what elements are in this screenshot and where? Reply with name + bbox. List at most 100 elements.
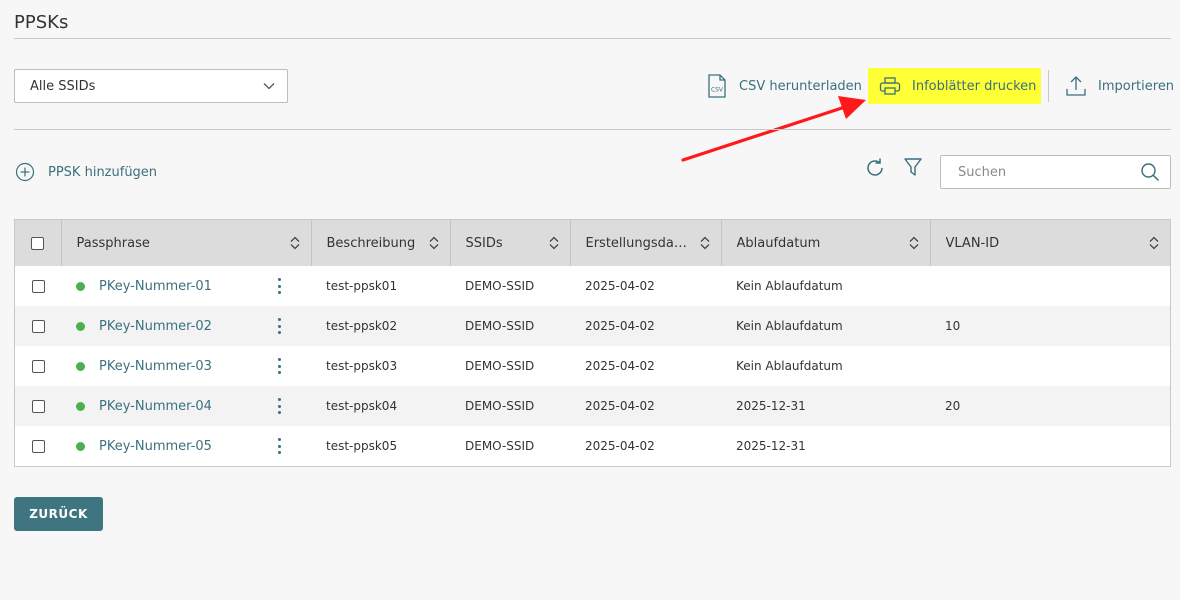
status-dot-icon	[76, 281, 85, 291]
description-cell: test-ppsk03	[326, 359, 398, 373]
kebab-menu-icon[interactable]	[274, 397, 284, 415]
refresh-button[interactable]	[863, 156, 887, 180]
passphrase-link[interactable]: PKey-Nummer-02	[76, 319, 212, 334]
passphrase-text: PKey-Nummer-03	[99, 358, 212, 374]
created-cell: 2025-04-02	[585, 319, 655, 333]
ppsk-table: Passphrase Beschreibung SSIDs Erstellung…	[14, 219, 1171, 467]
description-cell: test-ppsk05	[326, 439, 398, 453]
expires-cell: 2025-12-31	[736, 399, 806, 413]
passphrase-cell: PKey-Nummer-01	[61, 266, 311, 306]
passphrase-link[interactable]: PKey-Nummer-05	[76, 439, 212, 454]
kebab-menu-icon[interactable]	[274, 437, 284, 455]
passphrase-cell: PKey-Nummer-05	[61, 426, 311, 466]
upload-icon	[1066, 76, 1086, 96]
ssids-cell: DEMO-SSID	[465, 439, 535, 453]
passphrase-cell: PKey-Nummer-03	[61, 346, 311, 386]
row-select-cell	[15, 266, 61, 306]
page-title: PPSKs	[14, 12, 69, 33]
status-dot-icon	[76, 361, 85, 371]
expires-cell: Kein Ablaufdatum	[736, 319, 843, 333]
column-header-created[interactable]: Erstellungsdatum	[570, 220, 722, 266]
sort-icon[interactable]	[908, 236, 920, 250]
sort-icon[interactable]	[1148, 236, 1160, 250]
table-row: PKey-Nummer-03 test-ppsk03 DEMO-SSID 202…	[15, 346, 1170, 386]
passphrase-link[interactable]: PKey-Nummer-03	[76, 359, 212, 374]
row-select-cell	[15, 346, 61, 386]
ssid-filter-select[interactable]: Alle SSIDs	[14, 69, 288, 103]
row-checkbox[interactable]	[31, 400, 45, 413]
row-checkbox[interactable]	[31, 360, 45, 373]
passphrase-cell: PKey-Nummer-02	[61, 306, 311, 346]
passphrase-text: PKey-Nummer-02	[99, 318, 212, 334]
table-row: PKey-Nummer-04 test-ppsk04 DEMO-SSID 202…	[15, 386, 1170, 426]
description-cell: test-ppsk02	[326, 319, 398, 333]
kebab-menu-icon[interactable]	[274, 357, 284, 375]
sort-icon[interactable]	[699, 236, 711, 250]
svg-text:CSV: CSV	[711, 87, 724, 94]
table-header-row: Passphrase Beschreibung SSIDs Erstellung…	[15, 220, 1170, 266]
vlan-cell	[930, 346, 1170, 386]
column-header-description[interactable]: Beschreibung	[311, 220, 451, 266]
table-row: PKey-Nummer-05 test-ppsk05 DEMO-SSID 202…	[15, 426, 1170, 466]
passphrase-text: PKey-Nummer-01	[99, 278, 212, 294]
select-all-checkbox[interactable]	[31, 236, 45, 250]
row-checkbox[interactable]	[31, 280, 45, 293]
passphrase-link[interactable]: PKey-Nummer-04	[76, 399, 212, 414]
status-dot-icon	[76, 441, 85, 451]
column-header-label: VLAN-ID	[945, 235, 1000, 251]
created-cell: 2025-04-02	[585, 439, 655, 453]
csv-download-button[interactable]: CSV CSV herunterladen	[707, 73, 862, 99]
ssids-cell: DEMO-SSID	[465, 359, 535, 373]
table-row: PKey-Nummer-02 test-ppsk02 DEMO-SSID 202…	[15, 306, 1170, 346]
title-divider	[14, 38, 1171, 39]
ssids-cell: DEMO-SSID	[465, 279, 535, 293]
column-header-label: Beschreibung	[326, 235, 416, 251]
row-select-cell	[15, 426, 61, 466]
search-icon[interactable]	[1140, 162, 1160, 182]
row-checkbox[interactable]	[31, 320, 45, 333]
row-checkbox[interactable]	[31, 440, 45, 453]
filter-icon	[904, 158, 922, 176]
back-button[interactable]: ZURÜCK	[14, 497, 103, 531]
vlan-cell: 10	[945, 319, 961, 333]
vlan-cell	[930, 266, 1170, 306]
column-header-ssids[interactable]: SSIDs	[450, 220, 571, 266]
sort-icon[interactable]	[289, 236, 301, 250]
printer-icon	[879, 77, 901, 95]
add-ppsk-label: PPSK hinzufügen	[48, 164, 158, 180]
description-cell: test-ppsk04	[326, 399, 398, 413]
passphrase-link[interactable]: PKey-Nummer-01	[76, 279, 212, 294]
kebab-menu-icon[interactable]	[274, 317, 284, 335]
add-ppsk-button[interactable]: PPSK hinzufügen	[15, 161, 157, 183]
vlan-cell	[930, 426, 1170, 466]
search-field[interactable]	[940, 155, 1171, 189]
import-button[interactable]: Importieren	[1066, 73, 1174, 99]
column-header-label: Erstellungsdatum	[585, 235, 691, 251]
ssids-cell: DEMO-SSID	[465, 399, 535, 413]
column-header-vlan[interactable]: VLAN-ID	[930, 220, 1170, 266]
created-cell: 2025-04-02	[585, 279, 655, 293]
filter-button[interactable]	[902, 156, 924, 180]
row-select-cell	[15, 386, 61, 426]
csv-file-icon: CSV	[708, 74, 726, 98]
sort-icon[interactable]	[548, 236, 560, 250]
vlan-cell: 20	[945, 399, 961, 413]
sort-icon[interactable]	[428, 236, 440, 250]
csv-download-label: CSV herunterladen	[739, 78, 862, 94]
chevron-down-icon	[263, 83, 275, 90]
passphrase-text: PKey-Nummer-05	[99, 438, 212, 454]
import-label: Importieren	[1098, 78, 1175, 94]
toolbar-divider-line	[14, 129, 1171, 130]
column-header-label: Passphrase	[76, 235, 150, 251]
print-info-sheets-button[interactable]: Infoblätter drucken	[868, 68, 1041, 104]
created-cell: 2025-04-02	[585, 399, 655, 413]
toolbar-divider	[1048, 70, 1049, 102]
kebab-menu-icon[interactable]	[274, 277, 284, 295]
search-input[interactable]	[956, 163, 1140, 181]
column-header-expires[interactable]: Ablaufdatum	[721, 220, 931, 266]
column-header-passphrase[interactable]: Passphrase	[61, 220, 312, 266]
refresh-icon	[867, 158, 883, 176]
status-dot-icon	[76, 321, 85, 331]
select-all-cell	[15, 220, 62, 266]
passphrase-cell: PKey-Nummer-04	[61, 386, 311, 426]
